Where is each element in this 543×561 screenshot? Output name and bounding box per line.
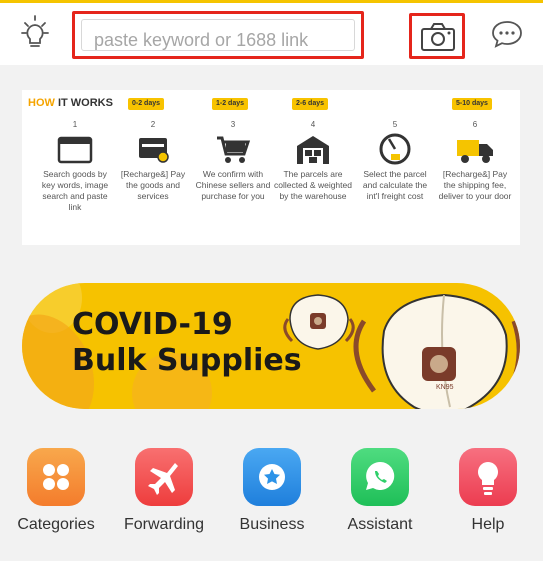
truck-icon — [457, 140, 493, 163]
scale-icon — [379, 133, 411, 165]
quick-nav: Categories Forwarding Business Assistant… — [0, 436, 543, 546]
banner-title: COVID-19 Bulk Supplies — [72, 307, 302, 378]
search-input[interactable]: paste keyword or 1688 link — [72, 11, 364, 59]
payment-card-icon — [139, 138, 169, 163]
nav-label: Categories — [17, 516, 95, 533]
search-field[interactable]: paste keyword or 1688 link — [81, 19, 355, 51]
browser-window-icon — [57, 136, 93, 164]
grid-icon[interactable] — [27, 448, 85, 506]
search-placeholder: paste keyword or 1688 link — [94, 30, 309, 50]
nav-forwarding[interactable]: Forwarding — [110, 448, 218, 534]
lightbulb-icon[interactable] — [459, 448, 517, 506]
chat-bubble-icon[interactable] — [490, 19, 524, 49]
nav-categories[interactable]: Categories — [2, 448, 110, 534]
star-badge-icon[interactable] — [243, 448, 301, 506]
header-bar: paste keyword or 1688 link — [0, 3, 543, 65]
nav-help[interactable]: Help — [434, 448, 542, 534]
nav-label: Forwarding — [123, 516, 205, 533]
nav-label: Assistant — [347, 516, 413, 533]
airplane-icon[interactable] — [135, 448, 193, 506]
duration-pill: 2-6 days — [292, 98, 329, 110]
step-4: 4 The parcels are collected & weighted b… — [274, 120, 352, 201]
image-search-button[interactable] — [409, 13, 465, 59]
how-it-works-title: HOW IT WORKS — [28, 97, 113, 109]
nav-label: Help — [471, 516, 505, 533]
camera-icon — [421, 23, 455, 51]
warehouse-icon — [297, 136, 329, 164]
mask-label: KN95 — [436, 384, 454, 391]
whatsapp-icon[interactable] — [351, 448, 409, 506]
how-it-works-card[interactable]: HOW IT WORKS 0-2 days 1-2 days 2-6 days … — [22, 90, 520, 245]
duration-pill: 1-2 days — [212, 98, 249, 110]
step-5: 5 Select the parcel and calculate the in… — [362, 120, 428, 201]
lightbulb-icon[interactable] — [18, 15, 52, 51]
face-mask-icon: KN95 — [353, 293, 520, 409]
step-3: 3 We confirm with Chinese sellers and pu… — [195, 120, 271, 201]
nav-business[interactable]: Business — [218, 448, 326, 534]
nav-assistant[interactable]: Assistant — [326, 448, 434, 534]
step-2: 2 [Recharge&] Pay the goods and services — [120, 120, 186, 201]
covid-supplies-banner[interactable]: COVID-19 Bulk Supplies KN95 — [22, 283, 520, 409]
step-6: 6 [Recharge&] Pay the shipping fee, deli… — [438, 120, 512, 201]
nav-label: Business — [239, 516, 305, 533]
duration-pill: 5-10 days — [452, 98, 492, 110]
step-1: 1 Search goods by key words, image searc… — [41, 120, 109, 212]
shopping-cart-icon — [217, 136, 251, 163]
duration-pill: 0-2 days — [128, 98, 165, 110]
